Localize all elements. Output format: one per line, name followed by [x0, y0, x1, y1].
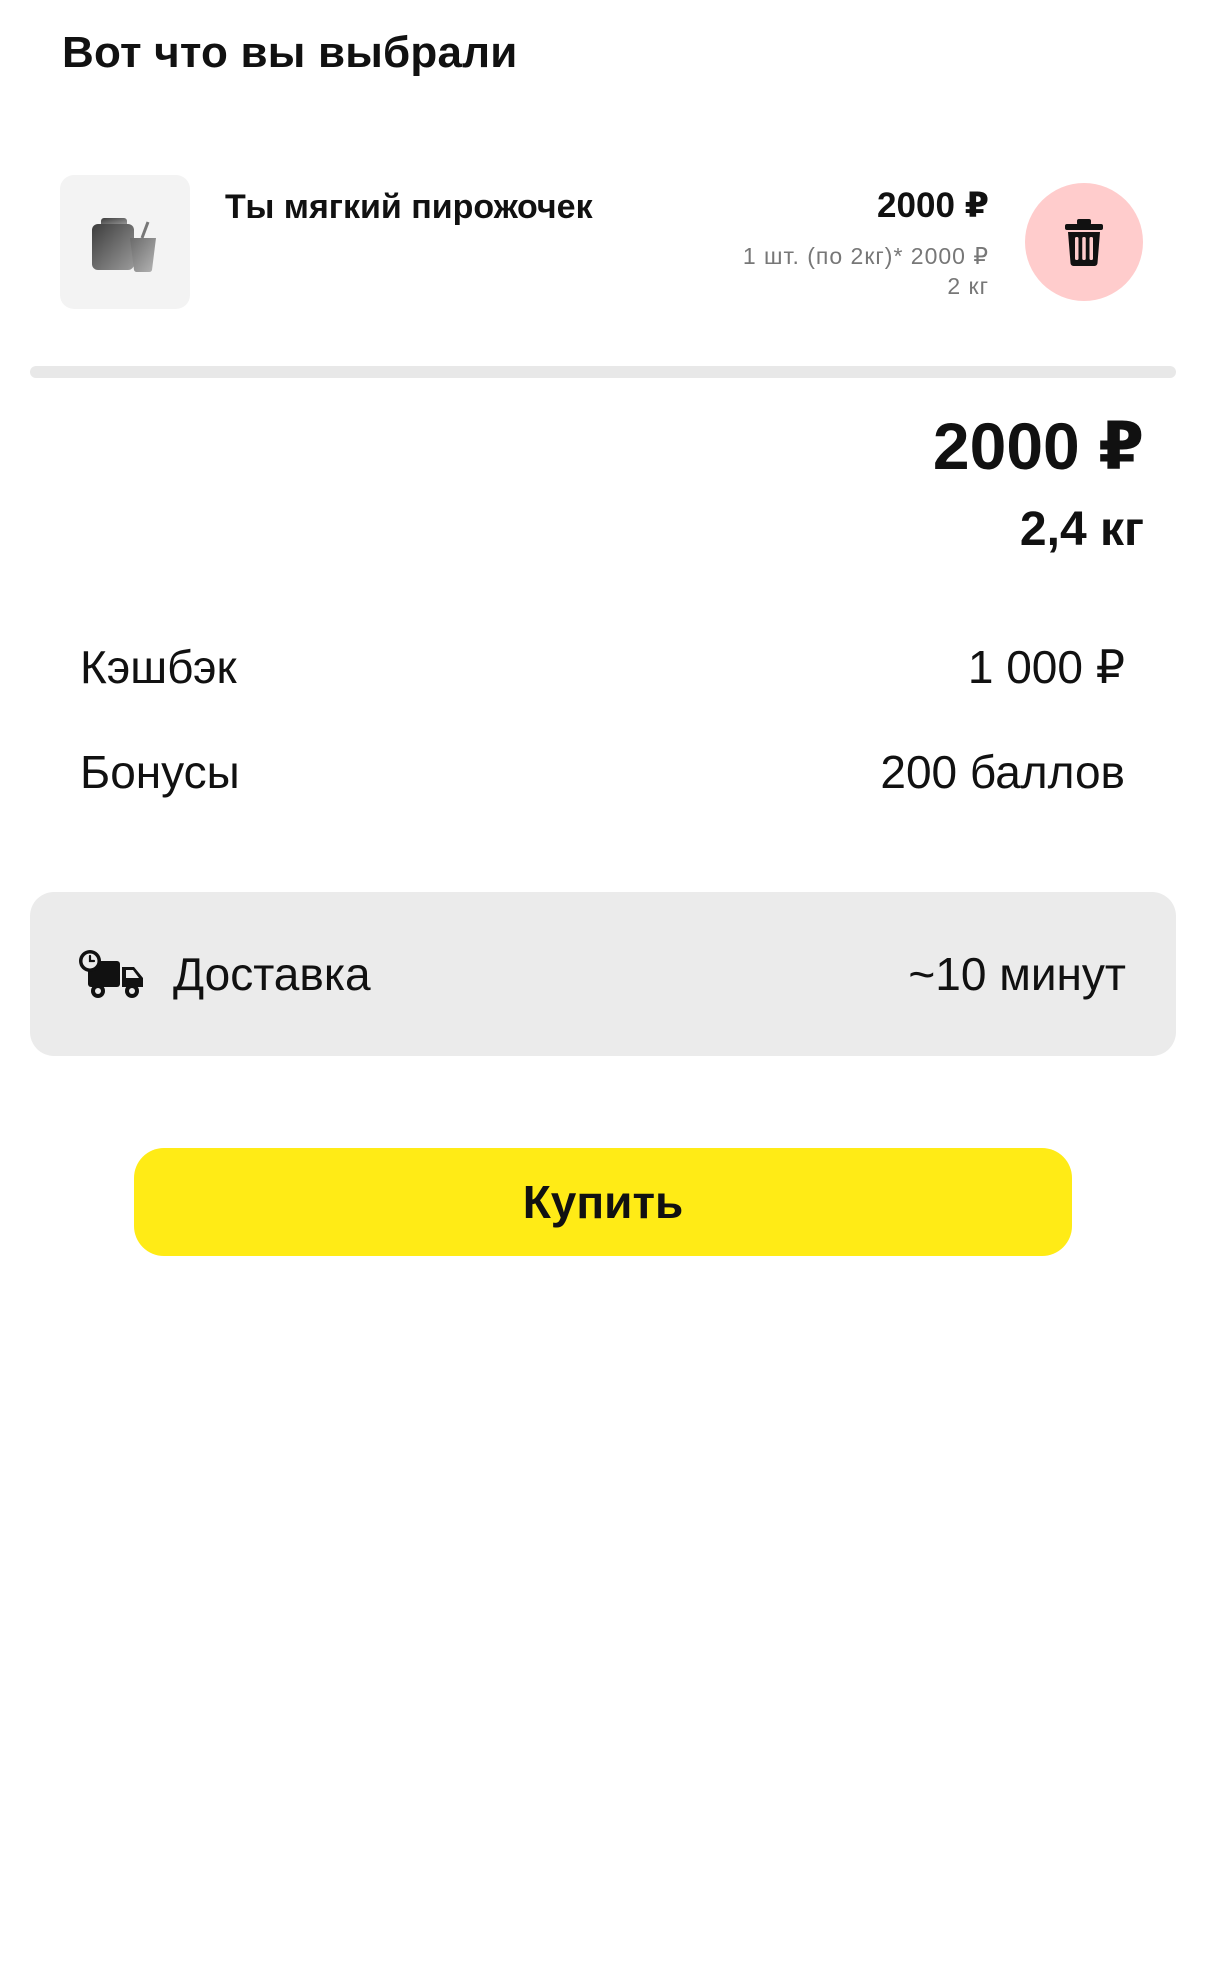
- delivery-label: Доставка: [173, 948, 371, 1000]
- total-price: 2000 ₽: [932, 409, 1144, 483]
- item-name: Ты мягкий пирожочек: [225, 188, 593, 226]
- delivery-card: Доставка ~10 минут: [30, 892, 1176, 1056]
- trash-icon: [1065, 219, 1103, 266]
- bonus-value: 200 баллов: [880, 746, 1125, 798]
- item-thumbnail[interactable]: [60, 175, 190, 309]
- total-weight: 2,4 кг: [1019, 503, 1144, 556]
- delete-item-button[interactable]: [1025, 183, 1143, 301]
- page-title: Вот что вы выбрали: [62, 28, 518, 77]
- divider: [30, 366, 1176, 378]
- item-quantity-detail: 1 шт. (по 2кг)* 2000 ₽: [742, 243, 989, 269]
- cashback-value: 1 000 ₽: [967, 641, 1125, 693]
- item-price: 2000 ₽: [877, 186, 989, 225]
- cashback-label: Кэшбэк: [80, 641, 237, 693]
- bag-and-cup-icon: [92, 218, 156, 273]
- delivery-time: ~10 минут: [908, 948, 1126, 1000]
- bonus-label: Бонусы: [80, 746, 240, 798]
- buy-button[interactable]: Купить: [134, 1148, 1072, 1256]
- delivery-truck-clock-icon: [79, 950, 143, 998]
- item-weight: 2 кг: [947, 273, 989, 299]
